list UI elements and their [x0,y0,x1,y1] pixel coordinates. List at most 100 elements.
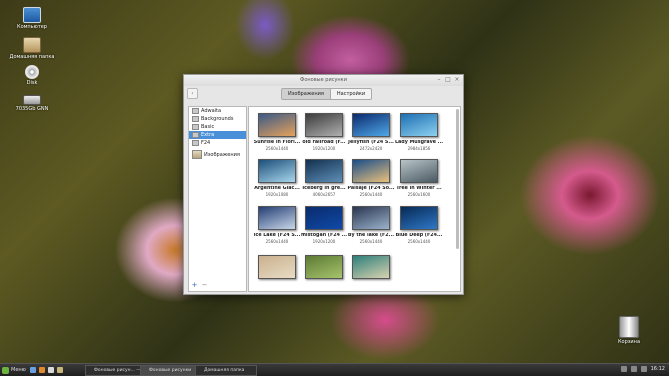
back-arrow-icon: ‹ [191,90,194,97]
terminal-icon[interactable] [48,367,54,373]
wallpaper-thumbnail[interactable]: Paisaje (F24 So... 2560x1440 [347,159,395,197]
wallpaper-thumbnail[interactable]: Sunrise in Flori... 2560x1440 [253,113,301,151]
folder-backgrounds[interactable]: Backgrounds [189,115,246,123]
desktop-icon-label: Disk [26,80,38,86]
back-button[interactable]: ‹ [187,88,198,99]
system-tray: 16:12 [620,366,665,372]
desktop-icon-trash[interactable]: Корзина [603,316,655,345]
wallpaper-thumbnail[interactable]: Blue Deep (F24... 2560x1440 [395,206,443,244]
window-titlebar[interactable]: Фоновые рисунки – □ × [184,75,463,86]
wallpaper-name: Tree in Winter ... [396,186,442,191]
tab-images[interactable]: Изображения [281,88,331,100]
folder-label: Basic [201,124,215,130]
menu-button[interactable]: Меню [2,366,26,374]
maximize-icon[interactable]: □ [445,77,451,83]
task-button-active[interactable]: Фоновые рисунки [140,365,202,376]
wallpaper-name: Lady Musgrave ... [395,140,443,145]
wallpaper-resolution: 4060x2657 [312,192,336,197]
wallpaper-preview [352,113,390,137]
desktop-icon-label: 7035Gb GNN [15,106,49,112]
folder-icon [192,132,199,138]
wallpaper-preview [352,206,390,230]
mint-logo-icon [2,366,9,374]
wallpaper-resolution: 1920x1080 [265,192,289,197]
folder-label: Extra [201,132,215,138]
quick-launchers [30,367,63,373]
folder-extra[interactable]: Extra [189,131,246,139]
folder-images[interactable]: Изображения [189,149,246,160]
wallpaper-preview [352,255,390,279]
wallpaper-thumbnail[interactable]: Argentine Glac... 1920x1080 [253,159,301,197]
volume-icon[interactable] [630,366,637,372]
remove-folder-button[interactable]: − [201,282,208,289]
desktop-icon-label: Корзина [617,339,641,345]
wallpaper-name: old railroad (F... [302,140,346,145]
wallpaper-thumbnail[interactable]: Ice Lake (F24 S... 2560x1440 [253,206,301,244]
task-button[interactable]: Домашняя папка [195,365,257,376]
wallpaper-resolution: 2560x1440 [265,146,289,151]
task-button[interactable]: Фоновые рисун... — Ne... [85,365,147,376]
wallpaper-resolution: 2560x1440 [359,192,383,197]
home-folder-icon [23,37,41,53]
wallpaper-thumbnail[interactable]: By the lake (F2... 2560x1440 [347,206,395,244]
desktop-icon-computer[interactable]: Компьютер [6,7,58,30]
wallpaper-preview [258,113,296,137]
wallpaper-preview [400,113,438,137]
folder-adwaita[interactable]: Adwaita [189,107,246,115]
minimize-icon[interactable]: – [436,77,442,83]
wallpaper-thumbnail[interactable]: mistogan (F24 ... 1920x1200 [300,206,348,244]
desktop-icon-disc[interactable]: Disk [6,65,58,86]
add-folder-button[interactable]: + [191,282,198,289]
gallery-scrollbar[interactable] [456,109,459,249]
wallpaper-resolution: 2560x1440 [265,239,289,244]
wallpaper-gallery: Sunrise in Flori... 2560x1440 old railroad… [248,106,461,292]
drive-icon [23,95,41,105]
computer-icon [23,7,41,23]
window-title: Фоновые рисунки [300,77,347,83]
keyboard-layout-icon[interactable] [640,366,647,372]
wallpaper-preview [400,159,438,183]
wallpaper-name: Ice Lake (F24 S... [253,233,301,238]
folder-label: Adwaita [201,108,222,114]
wallpaper-preview [258,255,296,279]
wallpaper-name: Iceberg in gre... [302,186,346,191]
wallpaper-preview [305,255,343,279]
wallpaper-resolution: 1920x1200 [312,146,336,151]
wallpaper-thumbnail[interactable] [253,255,301,279]
folder-basic[interactable]: Basic [189,123,246,131]
desktop-icon-drive[interactable]: 7035Gb GNN [6,91,58,112]
taskbar: Меню Фоновые рисун... — Ne... Фоновые ри… [0,363,669,376]
folder-label: Backgrounds [201,116,234,122]
firefox-icon[interactable] [39,367,45,373]
wallpaper-thumbnail[interactable]: Tree in Winter ... 2560x1600 [395,159,443,197]
close-icon[interactable]: × [454,77,460,83]
folder-label: Изображения [204,151,240,158]
wallpaper-thumbnail[interactable]: Lady Musgrave ... 2984x1856 [395,113,443,151]
wallpaper-thumbnail[interactable]: Jellyfish (F24 S... 2472x2420 [347,113,395,151]
show-desktop-icon[interactable] [30,367,36,373]
wallpaper-name: Argentine Glac... [254,186,300,191]
backgrounds-window: Фоновые рисунки – □ × ‹ Изображения Наст… [183,74,464,295]
files-icon[interactable] [57,367,63,373]
wallpaper-thumbnail[interactable] [300,255,348,279]
menu-label: Меню [11,367,26,373]
wallpaper-preview [305,159,343,183]
folder-f24[interactable]: F24 [189,139,246,147]
wallpaper-preview [305,206,343,230]
wallpaper-thumbnail[interactable] [347,255,395,279]
desktop-icon-home[interactable]: Домашняя папка [6,37,58,60]
window-toolbar: ‹ Изображения Настройки [184,86,463,101]
network-icon[interactable] [620,366,627,372]
folder-icon [192,108,199,114]
wallpaper-name: Blue Deep (F24... [395,233,443,238]
wallpaper-thumbnail[interactable]: Iceberg in gre... 4060x2657 [300,159,348,197]
folder-sidebar: Adwaita Backgrounds Basic Extra F24 Изоб… [188,106,247,292]
tab-settings[interactable]: Настройки [330,88,373,100]
folder-icon [192,124,199,130]
desktop-icon-label: Компьютер [17,24,47,30]
wallpaper-resolution: 2560x1600 [407,192,431,197]
pictures-folder-icon [192,150,202,159]
clock[interactable]: 16:12 [651,366,665,372]
wallpaper-thumbnail[interactable]: old railroad (F... 1920x1200 [300,113,348,151]
wallpaper-resolution: 2560x1440 [407,239,431,244]
